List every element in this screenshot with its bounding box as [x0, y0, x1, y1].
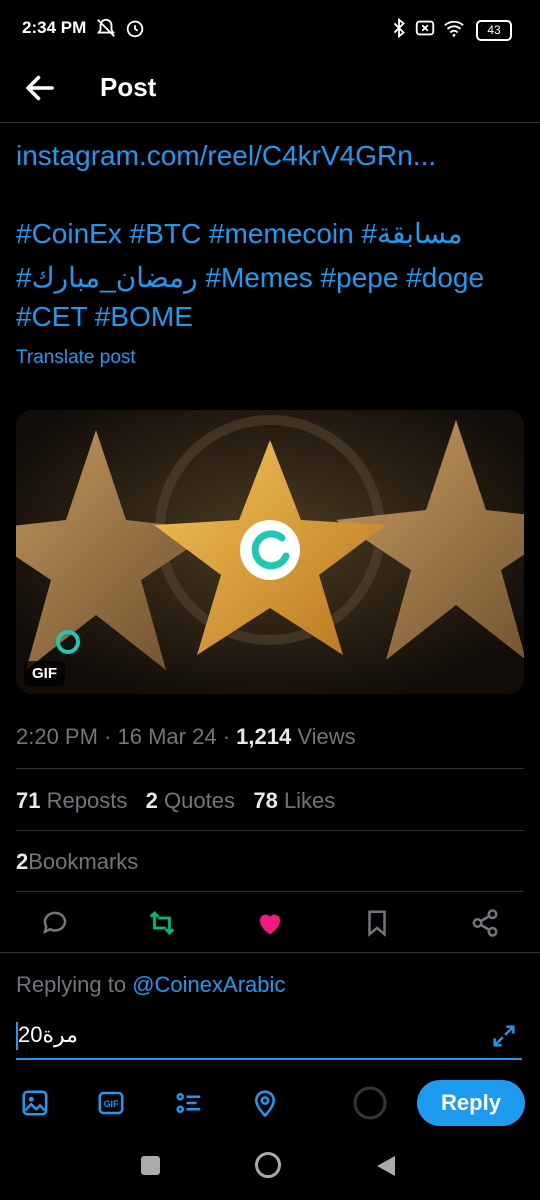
sim-off-icon — [415, 20, 435, 36]
engagement-stats: 71 Reposts 2 Quotes 78 Likes — [16, 788, 335, 814]
battery-level: 43 — [487, 23, 501, 37]
bluetooth-icon — [393, 17, 405, 39]
views-label: Views — [297, 724, 356, 749]
wifi-icon — [444, 20, 464, 37]
home-icon[interactable] — [255, 1152, 281, 1178]
post-time: 2:20 PM — [16, 724, 98, 749]
reply-button[interactable]: Reply — [417, 1080, 525, 1126]
top-app-bar: Post — [0, 58, 540, 122]
reposts-label: Reposts — [46, 788, 128, 813]
meta-separator: · — [222, 724, 231, 749]
page-title: Post — [100, 72, 157, 102]
back-nav-icon[interactable] — [375, 1154, 397, 1178]
reply-icon[interactable] — [40, 908, 70, 938]
actions-divider — [0, 952, 540, 953]
post-gif-media[interactable]: GIF — [16, 410, 524, 694]
image-icon[interactable] — [20, 1088, 50, 1118]
replying-to-handle[interactable]: @CoinexArabic — [132, 972, 285, 997]
gif-badge: GIF — [24, 661, 65, 686]
reposts-count: 71 — [16, 788, 41, 813]
post-hashtags-line-1[interactable]: #CoinEx #BTC #memecoin #مسابقة — [16, 214, 463, 254]
repost-icon[interactable] — [147, 908, 177, 938]
alarm-icon — [126, 20, 144, 38]
post-meta: 2:20 PM · 16 Mar 24 · 1,214 Views — [16, 724, 356, 750]
back-arrow-icon[interactable] — [22, 70, 58, 106]
recents-icon[interactable] — [141, 1156, 160, 1175]
like-icon[interactable] — [255, 908, 285, 938]
quotes-label: Quotes — [164, 788, 235, 813]
translate-post-link[interactable]: Translate post — [16, 347, 136, 369]
post-hashtags-line-3[interactable]: #CET #BOME — [16, 297, 193, 337]
post-link[interactable]: instagram.com/reel/C4krV4GRn... — [16, 136, 436, 176]
stats-divider — [16, 830, 524, 831]
views-count: 1,214 — [236, 724, 292, 749]
location-icon[interactable] — [250, 1088, 280, 1118]
meta-divider — [16, 768, 524, 769]
replying-to-label: Replying to — [16, 972, 127, 997]
likes-count: 78 — [253, 788, 278, 813]
likes-label: Likes — [283, 788, 336, 813]
status-time: 2:34 PM — [22, 18, 87, 37]
share-icon[interactable] — [470, 908, 500, 938]
quotes-count: 2 — [145, 788, 158, 813]
post-hashtags-line-2[interactable]: #رمضان_مبارك #Memes #pepe #doge — [16, 258, 484, 298]
quotes-stat[interactable]: 2 Quotes — [146, 788, 235, 813]
bookmark-icon[interactable] — [362, 908, 392, 938]
replying-to: Replying to @CoinexArabic — [16, 972, 285, 998]
reposts-stat[interactable]: 71 Reposts — [16, 788, 127, 813]
meta-separator: · — [104, 724, 112, 749]
battery-icon: 43 — [476, 20, 512, 41]
bookmarks-count: 2 — [16, 849, 29, 874]
reply-input-value: 20مرة — [18, 1022, 78, 1047]
svg-text:GIF: GIF — [104, 1099, 119, 1109]
bookmarks-stat[interactable]: 2Bookmarks — [16, 849, 138, 875]
likes-stat[interactable]: 78 Likes — [253, 788, 335, 813]
reply-text-field[interactable]: 20مرة — [16, 1020, 522, 1060]
status-bar: 2:34 PM 43 — [0, 0, 540, 58]
expand-icon[interactable] — [490, 1022, 518, 1050]
mute-vibrate-icon — [96, 18, 116, 37]
poll-icon[interactable] — [174, 1088, 204, 1118]
header-divider — [0, 122, 540, 123]
bookmarks-label: Bookmarks — [28, 849, 139, 874]
gif-icon[interactable]: GIF — [96, 1088, 126, 1118]
post-date: 16 Mar 24 — [117, 724, 217, 749]
gif-preview-image — [16, 410, 524, 694]
bookmarks-divider — [16, 891, 524, 892]
character-count-ring — [353, 1086, 387, 1120]
